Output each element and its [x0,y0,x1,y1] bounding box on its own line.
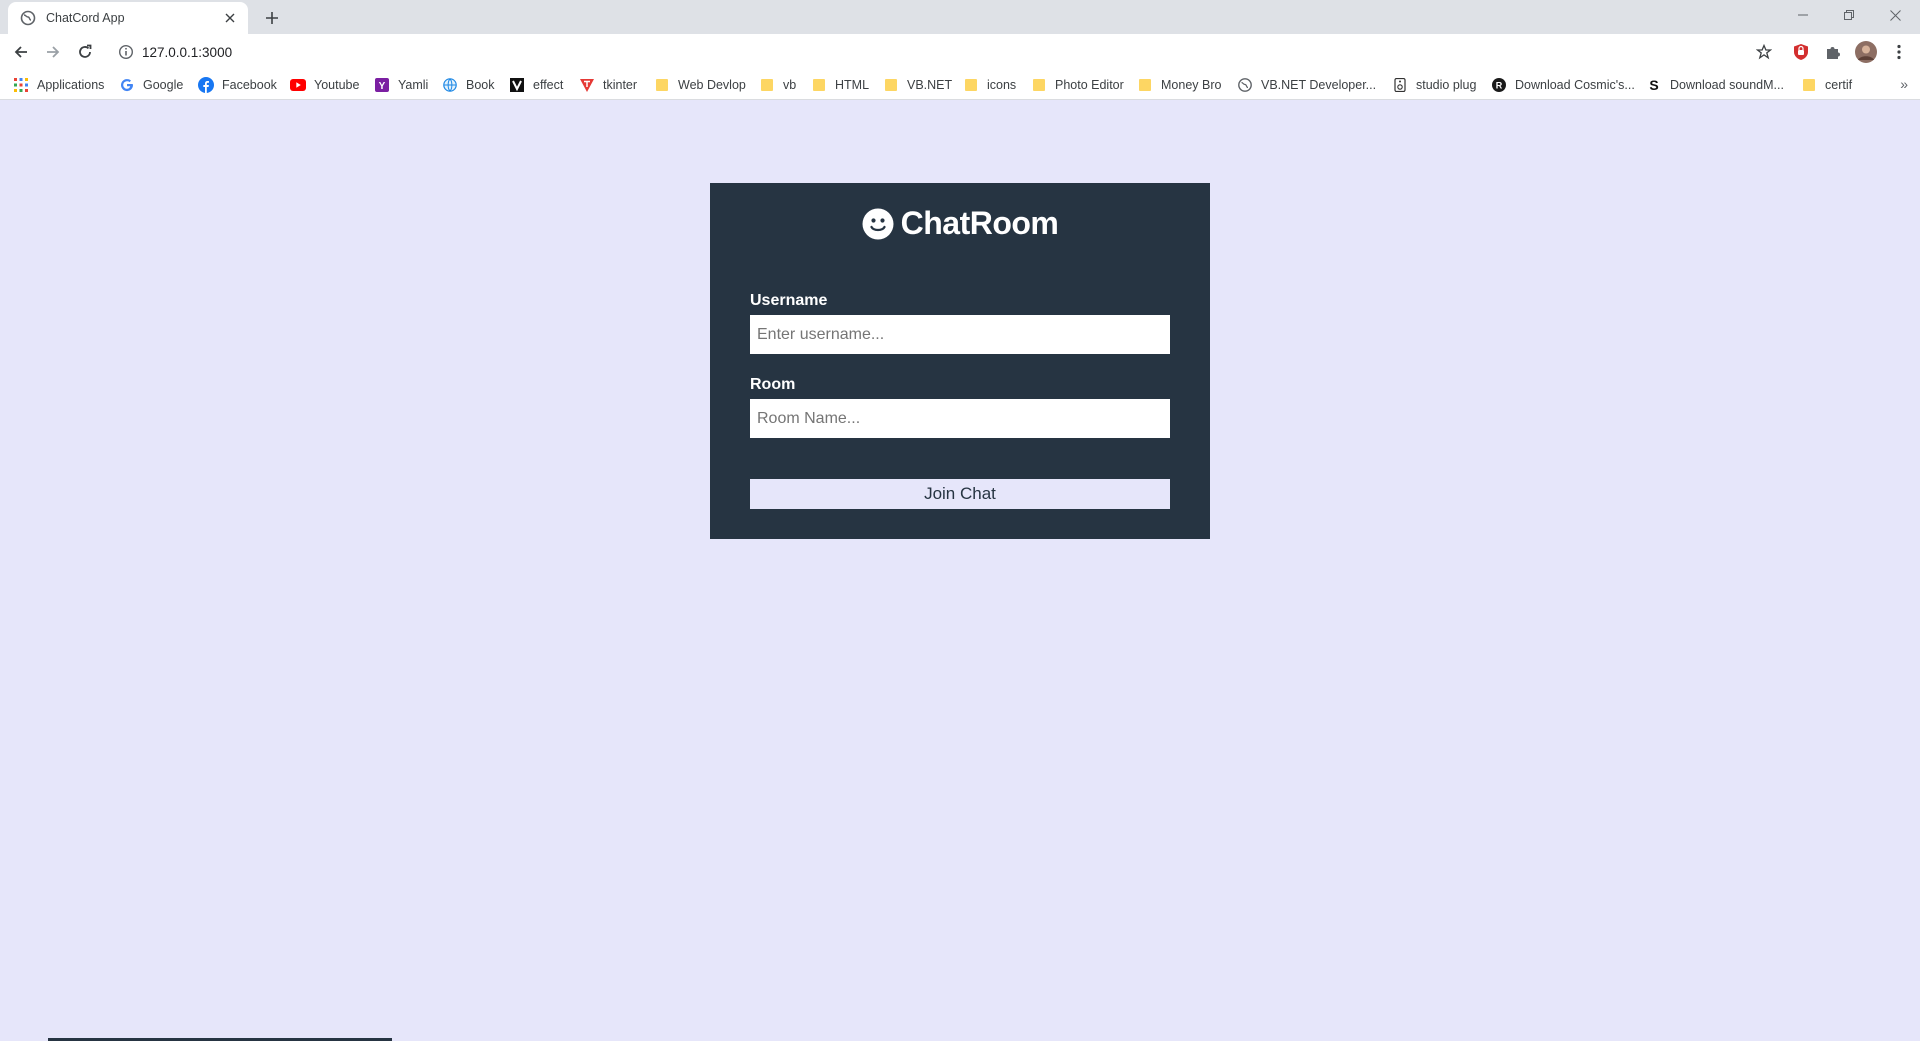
address-bar[interactable]: 127.0.0.1:3000 [110,38,1778,66]
globe-icon [20,10,36,26]
folder-icon [759,77,775,93]
svg-text:R: R [1496,81,1503,91]
bookmark-certif[interactable]: certif [1801,76,1852,94]
bookmark-facebook[interactable]: Facebook [198,76,277,94]
bookmark-label: Facebook [222,78,277,92]
bookmark-label: certif [1825,78,1853,92]
folder-icon [654,77,670,93]
bookmark-download-soundm[interactable]: S Download soundM... [1646,76,1784,94]
bookmark-tkinter[interactable]: tkinter [579,76,637,94]
more-bookmarks-chevron-icon[interactable]: » [1900,76,1908,92]
bookmark-photo-editor[interactable]: Photo Editor [1031,76,1124,94]
bookmark-label: Photo Editor [1055,78,1124,92]
tab-strip: ChatCord App [0,0,1920,34]
bookmark-studio-plug[interactable]: studio plug [1392,76,1476,94]
page-title: ChatRoom [900,205,1059,241]
username-input[interactable] [750,315,1170,354]
browser-tab[interactable]: ChatCord App [8,2,248,34]
folder-icon [883,77,899,93]
bookmark-book[interactable]: Book [442,76,495,94]
reload-icon[interactable] [71,38,99,66]
forward-arrow-icon[interactable] [39,38,67,66]
v-logo-icon [509,77,525,93]
t-logo-icon [579,77,595,93]
card-header: ChatRoom [710,205,1210,242]
folder-icon [963,77,979,93]
google-icon [119,77,135,93]
room-label: Room [750,376,796,393]
bookmark-youtube[interactable]: Youtube [290,76,359,94]
bookmark-html[interactable]: HTML [811,76,869,94]
join-chat-button[interactable]: Join Chat [750,479,1170,509]
bookmark-label: Download Cosmic's... [1515,78,1635,92]
shield-extension-icon[interactable] [1792,43,1810,61]
new-tab-icon[interactable] [260,6,284,30]
tab-close-icon[interactable] [222,10,238,26]
bookmark-vb[interactable]: vb [759,76,796,94]
username-label: Username [750,292,828,309]
info-icon[interactable] [118,44,134,60]
bookmark-label: VB.NET [907,78,953,92]
minimize-icon[interactable] [1780,0,1826,30]
back-arrow-icon[interactable] [7,38,35,66]
bookmark-icons[interactable]: icons [963,76,1016,94]
menu-dots-icon[interactable] [1890,43,1908,61]
facebook-icon [198,77,214,93]
bookmarks-bar: Applications Google Facebook Youtube Y Y… [0,70,1920,100]
speaker-icon [1392,77,1408,93]
folder-icon [811,77,827,93]
s-logo-icon: S [1646,77,1662,93]
bookmark-yamli[interactable]: Y Yamli [374,76,428,94]
bookmark-vbnet[interactable]: VB.NET [883,76,952,94]
bookmark-applications[interactable]: Applications [13,76,104,94]
bookmark-label: icons [987,78,1017,92]
bookmark-effect[interactable]: effect [509,76,563,94]
bookmark-label: Applications [37,78,105,92]
bookmark-label: Web Devlop [678,78,746,92]
close-window-icon[interactable] [1872,0,1918,30]
yamli-icon: Y [374,77,390,93]
bookmark-label: vb [783,78,797,92]
bookmark-label: VB.NET Developer... [1261,78,1377,92]
folder-icon [1137,77,1153,93]
bookmark-label: Youtube [314,78,360,92]
browser-toolbar: 127.0.0.1:3000 [0,34,1920,70]
restore-icon[interactable] [1826,0,1872,30]
apps-grid-icon [13,77,29,93]
svg-text:S: S [1649,78,1658,92]
bookmark-vbnet-developer[interactable]: VB.NET Developer... [1237,76,1376,94]
svg-text:Y: Y [379,81,386,92]
bookmark-money-bro[interactable]: Money Bro [1137,76,1221,94]
bookmark-label: Book [466,78,495,92]
bookmark-label: tkinter [603,78,638,92]
bookmark-label: Yamli [398,78,429,92]
smiley-icon [862,208,894,240]
bookmark-download-cosmic[interactable]: R Download Cosmic's... [1491,76,1635,94]
bookmark-label: HTML [835,78,870,92]
bookmark-star-icon[interactable] [1756,44,1772,60]
bookmark-label: Google [143,78,184,92]
avatar[interactable] [1855,41,1877,63]
youtube-icon [290,77,306,93]
bookmark-web-devlop[interactable]: Web Devlop [654,76,746,94]
bookmark-label: effect [533,78,564,92]
room-input[interactable] [750,399,1170,438]
globe-icon [442,77,458,93]
folder-icon [1801,77,1817,93]
url-text: 127.0.0.1:3000 [142,44,233,60]
bookmark-label: studio plug [1416,78,1477,92]
join-chat-card: ChatRoom Username Room Join Chat [710,183,1210,539]
globe-dark-icon [1237,77,1253,93]
folder-icon [1031,77,1047,93]
bookmark-label: Download soundM... [1670,78,1784,92]
puzzle-extensions-icon[interactable] [1824,43,1842,61]
tab-title: ChatCord App [46,11,125,25]
bookmark-google[interactable]: Google [119,76,183,94]
r-circle-icon: R [1491,77,1507,93]
bookmark-label: Money Bro [1161,78,1222,92]
